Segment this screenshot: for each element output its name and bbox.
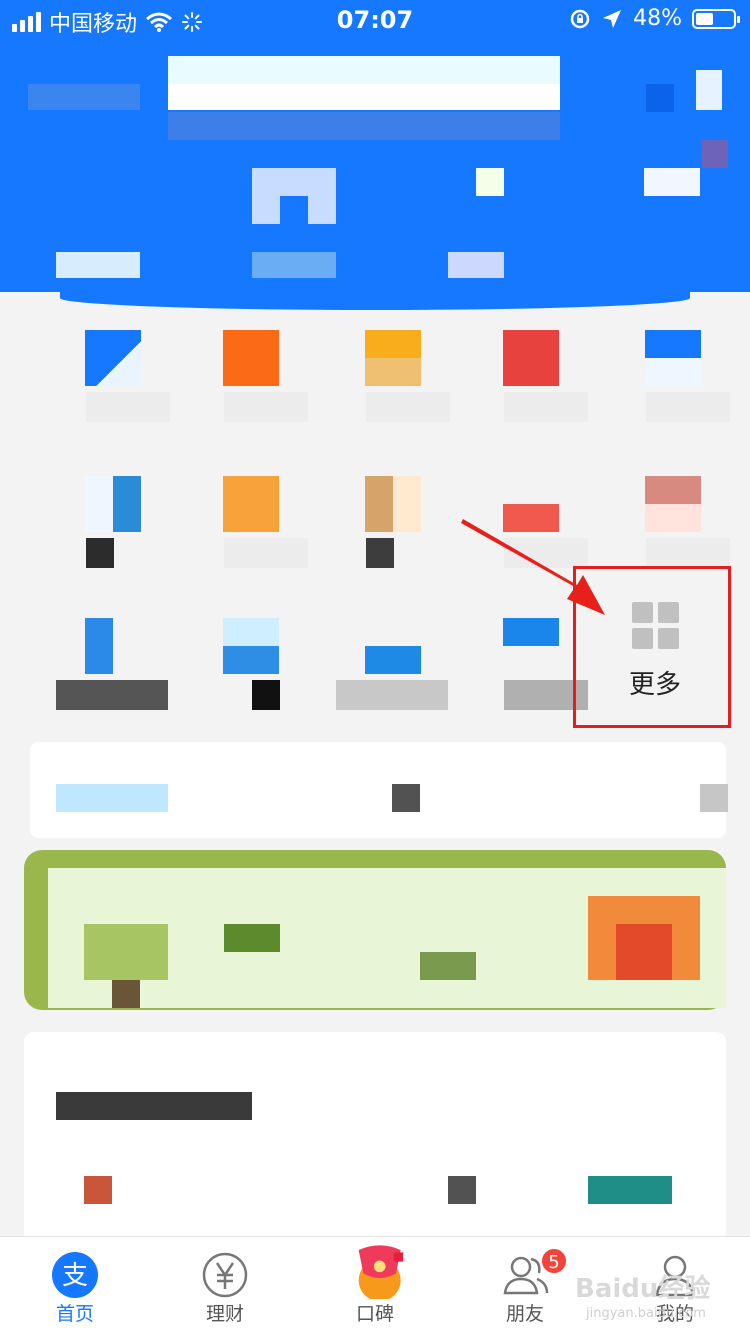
header-blur-block [646,84,674,112]
scan-icon[interactable] [696,70,722,110]
tab-home[interactable]: 支 首页 [0,1237,150,1334]
battery-percent: 48% [633,6,682,31]
app-grid-item[interactable] [310,310,460,450]
app-grid-item[interactable] [30,456,180,596]
header-curve [60,286,690,310]
promo-banner-blur [616,924,672,980]
header-blur-block [252,252,336,278]
content-panel-blur [448,1176,476,1204]
header-blur-block [56,252,140,278]
content-panel-blur [84,1176,112,1204]
service-strip-blur [700,784,728,812]
app-grid-item[interactable] [310,456,460,596]
app-grid-item[interactable] [590,310,740,450]
watermark-url: jingyan.baidu.com [586,1306,706,1321]
app-grid-item[interactable] [310,598,460,738]
header-blur-block [448,252,504,278]
tab-koubei[interactable]: 口碑 [300,1237,450,1334]
app-grid-item[interactable] [168,456,318,596]
koubei-icon [358,1245,403,1299]
promo-banner-blur [84,924,168,980]
service-strip-blur [56,784,168,812]
app-grid-item[interactable] [168,310,318,450]
tab-wealth[interactable]: 理财 [150,1237,300,1334]
battery-icon [692,8,740,29]
app-grid-item[interactable] [30,310,180,450]
search-bar-blurred [168,84,560,110]
header-blur-block [476,168,504,196]
search-bar-blurred [168,112,560,140]
header-blur-block [280,196,308,224]
content-panel-blur [56,1092,252,1120]
friends-badge: 5 [540,1247,568,1275]
orientation-lock-icon [570,9,590,28]
grid-icon [632,602,680,650]
more-button-label[interactable]: 更多 [600,664,710,701]
annotation-arrow [461,519,605,615]
svg-text:支: 支 [62,1261,88,1291]
promo-banner-blur [224,924,280,952]
content-panel[interactable] [24,1032,726,1242]
header-blur-block [644,168,700,196]
header-blur-block [28,84,140,110]
watermark: Baidu经验 [575,1274,711,1304]
yen-coin-icon [202,1252,248,1298]
app-grid-item[interactable] [30,598,180,738]
location-arrow-icon [603,9,622,28]
alipay-icon: 支 [52,1252,98,1298]
header-blur-block [702,140,728,168]
content-panel-blur [588,1176,672,1204]
promo-banner-blur [420,952,476,980]
status-bar: 中国移动 07:07 48% [0,0,750,40]
app-grid-item[interactable] [168,598,318,738]
service-strip-blur [392,784,420,812]
promo-banner-blur [112,980,140,1008]
app-grid-item[interactable] [448,310,598,450]
home-header: 中国移动 07:07 48% [0,0,750,292]
